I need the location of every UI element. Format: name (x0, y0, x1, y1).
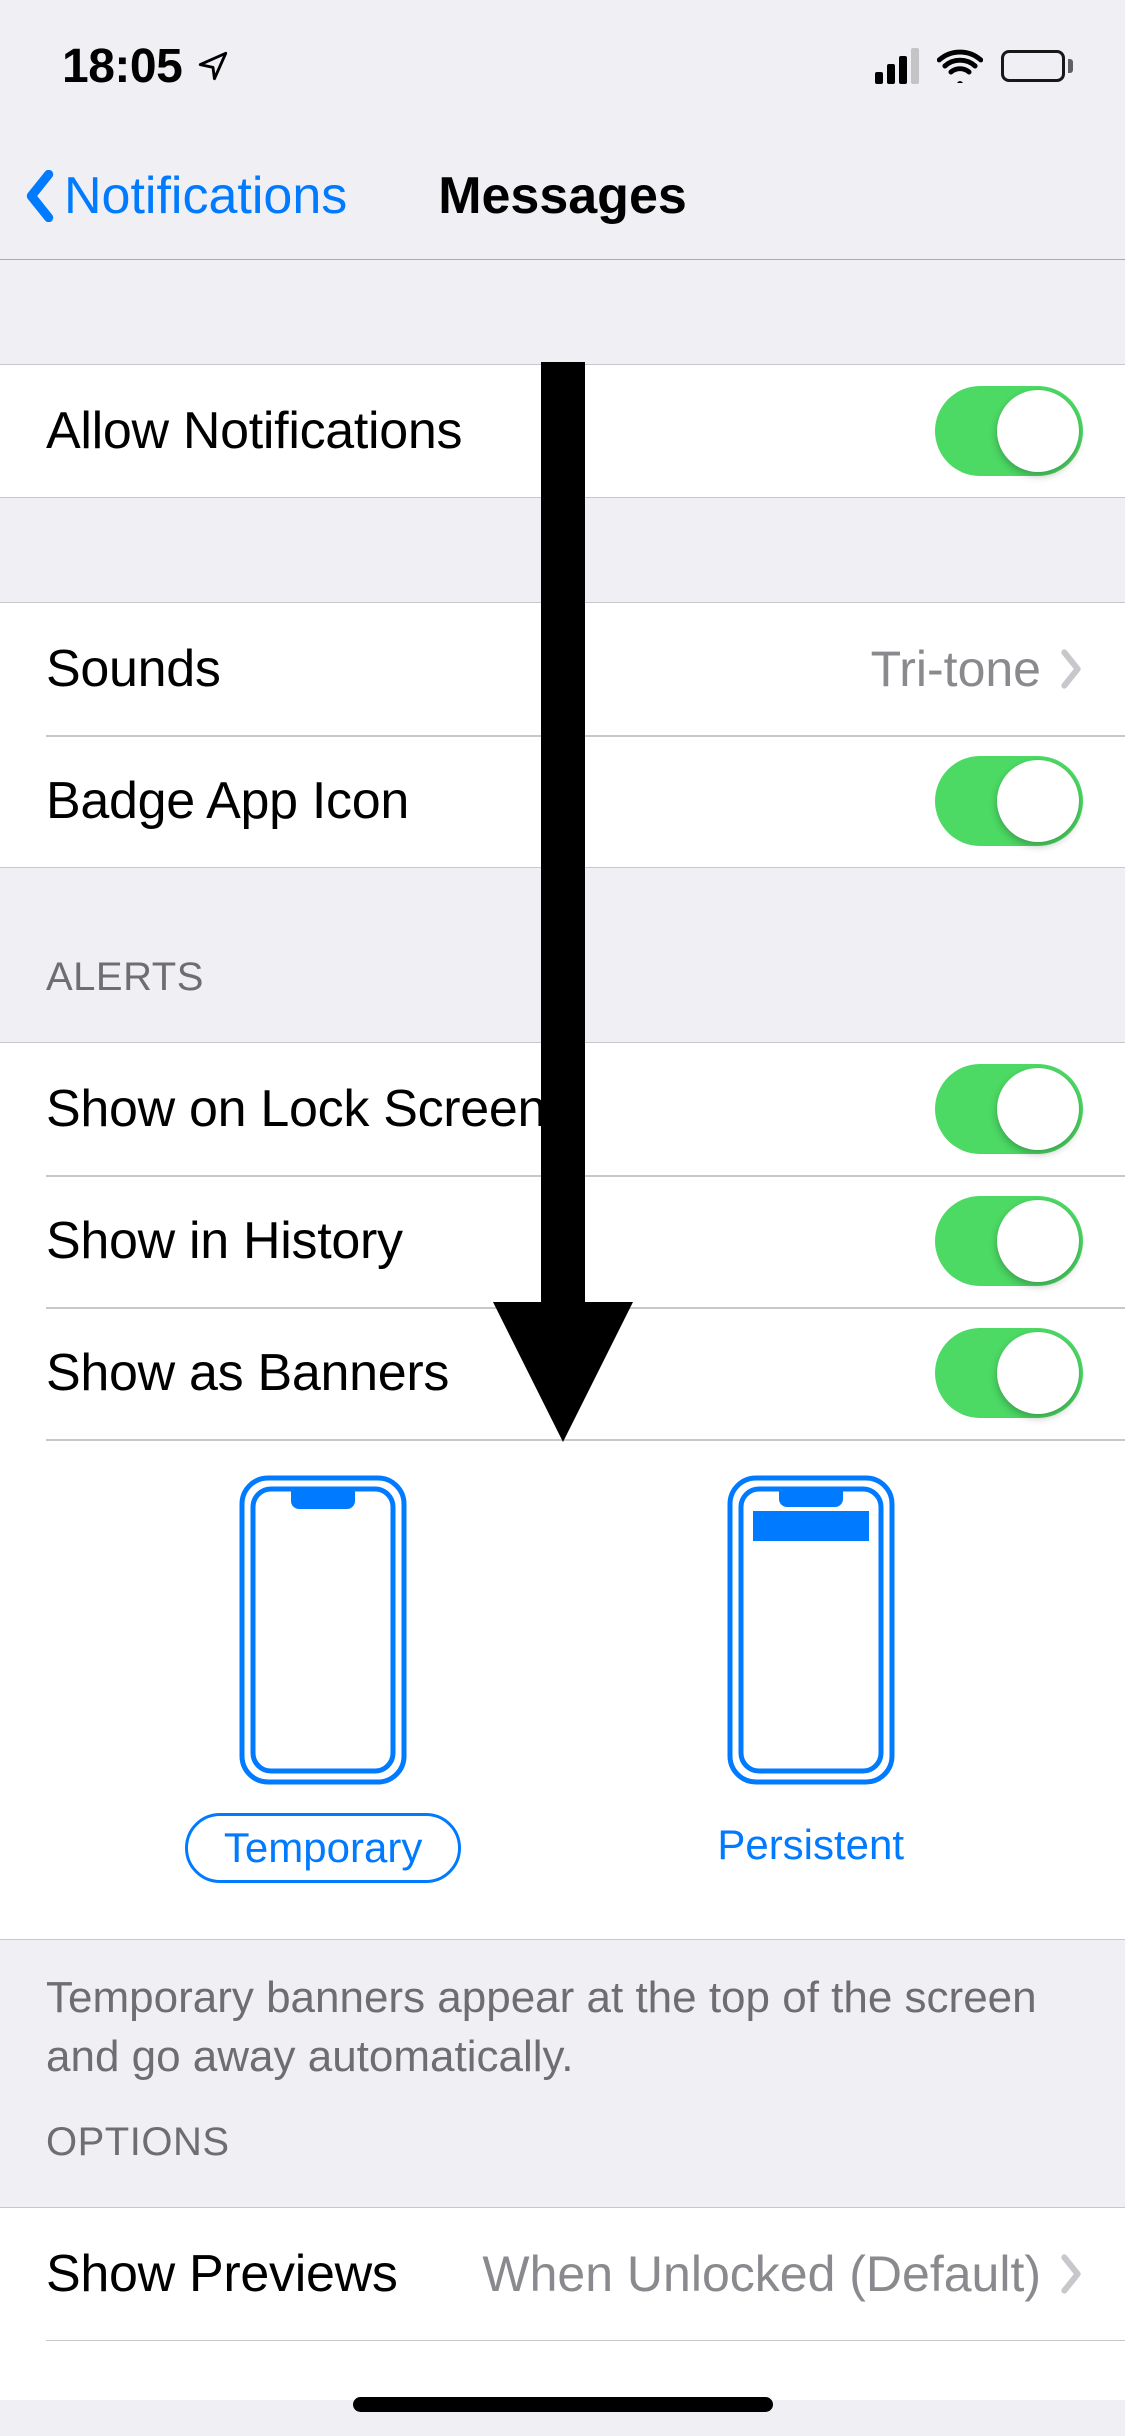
row-label: Show in History (46, 1211, 403, 1271)
toggle-show-as-banners[interactable] (935, 1328, 1083, 1418)
row-label: Show Previews (46, 2244, 398, 2304)
section-header-alerts: ALERTS (0, 955, 250, 1020)
row-show-previews[interactable]: Show Previews When Unlocked (Default) (0, 2208, 1125, 2340)
back-button[interactable]: Notifications (22, 166, 347, 226)
toggle-allow-notifications[interactable] (935, 386, 1083, 476)
row-allow-notifications: Allow Notifications (0, 365, 1125, 497)
wifi-icon (937, 49, 983, 83)
toggle-show-in-history[interactable] (935, 1196, 1083, 1286)
status-time: 18:05 (62, 39, 182, 94)
row-label: Allow Notifications (46, 401, 462, 461)
battery-icon (1001, 50, 1073, 82)
row-show-in-history: Show in History (0, 1175, 1125, 1307)
chevron-right-icon (1059, 649, 1083, 689)
phone-preview-temporary-icon (239, 1475, 407, 1785)
row-label: Sounds (46, 639, 221, 699)
section-header-options: OPTIONS (0, 2120, 276, 2185)
banner-style-label: Temporary (185, 1813, 461, 1883)
cellular-signal-icon (875, 48, 919, 84)
banner-style-label: Persistent (681, 1813, 940, 1877)
row-banner-style: Temporary Persistent (0, 1439, 1125, 1939)
row-show-on-lock-screen: Show on Lock Screen (0, 1043, 1125, 1175)
navigation-bar: Notifications Messages (0, 132, 1125, 260)
toggle-badge-app-icon[interactable] (935, 756, 1083, 846)
status-bar: 18:05 (0, 0, 1125, 132)
home-indicator[interactable] (353, 2397, 773, 2412)
row-sounds[interactable]: Sounds Tri-tone (0, 603, 1125, 735)
row-value: Tri-tone (871, 640, 1041, 698)
phone-preview-persistent-icon (727, 1475, 895, 1785)
banner-style-temporary[interactable]: Temporary (185, 1475, 461, 1883)
location-services-icon (196, 49, 230, 83)
toggle-show-on-lock-screen[interactable] (935, 1064, 1083, 1154)
row-label: Show on Lock Screen (46, 1079, 546, 1139)
row-next-partial[interactable]: . (0, 2340, 1125, 2400)
row-value: When Unlocked (Default) (482, 2245, 1041, 2303)
back-button-label: Notifications (64, 166, 347, 226)
row-label: Badge App Icon (46, 771, 409, 831)
row-show-as-banners: Show as Banners (0, 1307, 1125, 1439)
chevron-left-icon (22, 170, 58, 222)
row-badge-app-icon: Badge App Icon (0, 735, 1125, 867)
section-footer-banner-style: Temporary banners appear at the top of t… (0, 1940, 1125, 2097)
banner-style-persistent[interactable]: Persistent (681, 1475, 940, 1883)
chevron-right-icon (1059, 2254, 1083, 2294)
row-label: Show as Banners (46, 1343, 449, 1403)
